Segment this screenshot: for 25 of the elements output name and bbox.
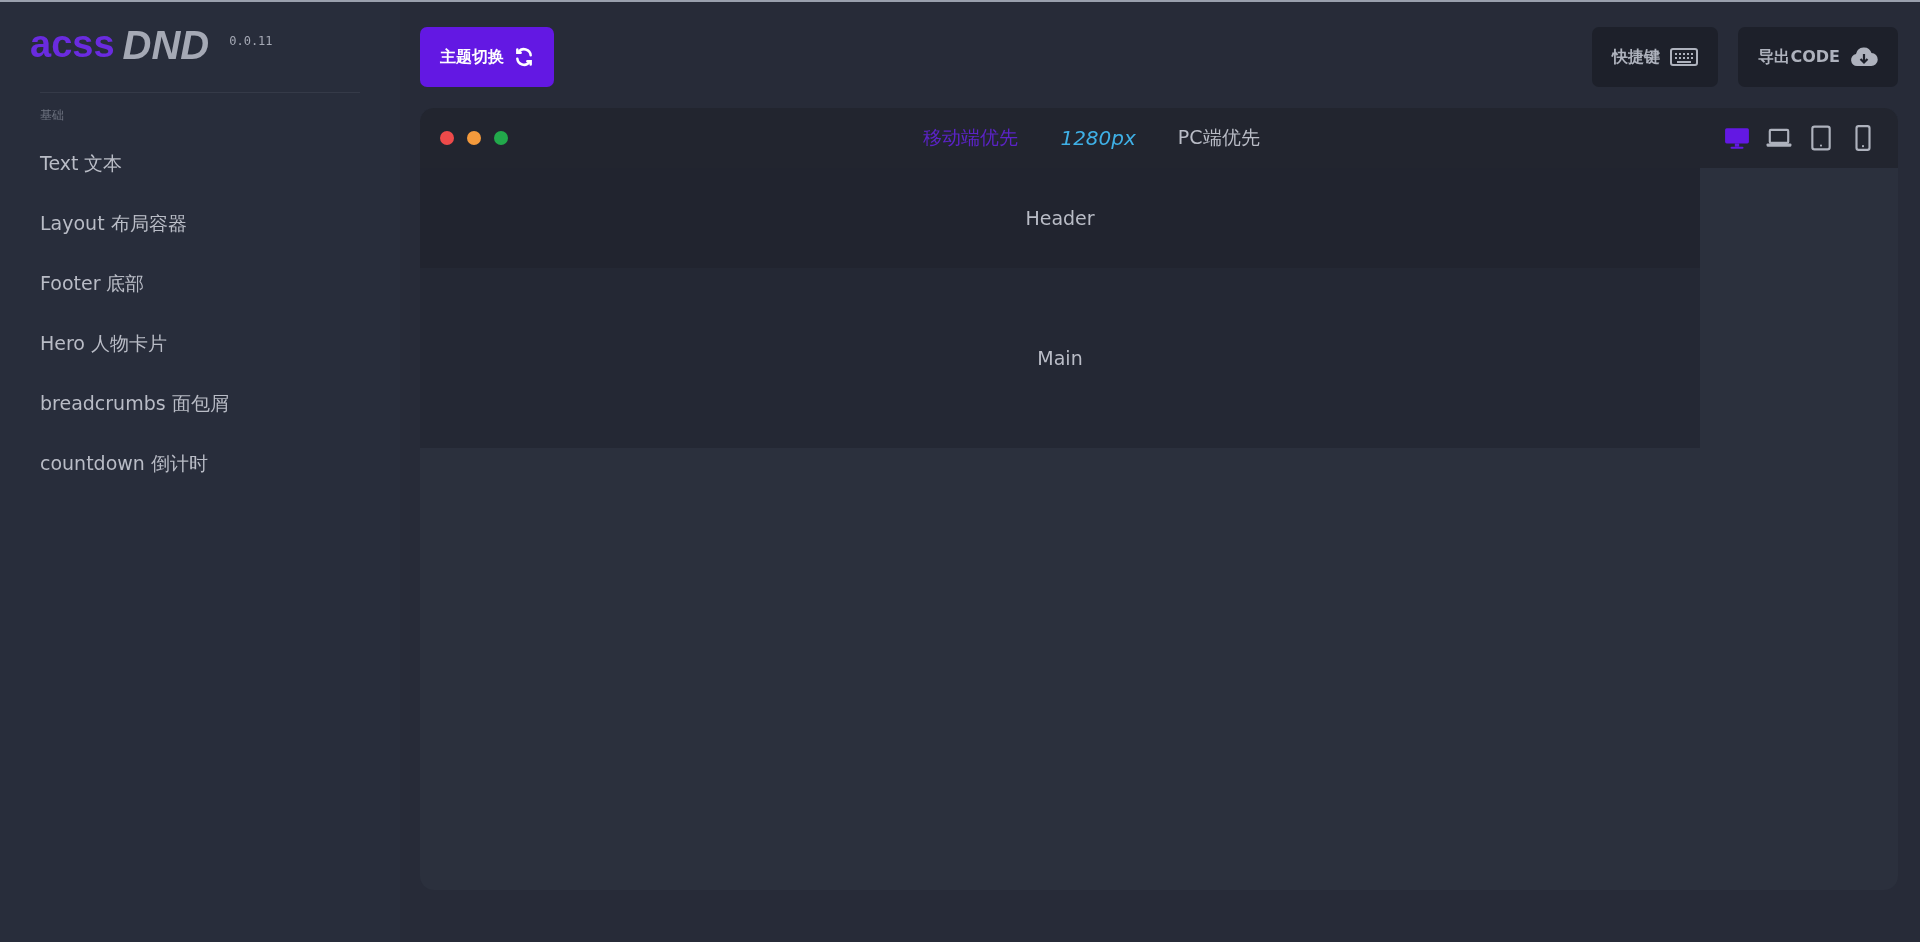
monitor-icon (1724, 125, 1750, 151)
main-block: Main (420, 268, 1700, 448)
version-label: 0.0.11 (229, 34, 273, 48)
sidebar-item[interactable]: Footer 底部 (40, 254, 145, 314)
keyboard-icon (1670, 47, 1699, 67)
sidebar-item[interactable]: Text 文本 (40, 134, 123, 194)
cloud-download-icon (1850, 46, 1878, 68)
maximize-dot (494, 131, 508, 145)
sidebar-item[interactable]: Hero 人物卡片 (40, 314, 168, 374)
theme-switch-button[interactable]: 主题切换 (420, 27, 554, 87)
sidebar-item[interactable]: countdown 倒计时 (40, 434, 208, 494)
pc-first-label[interactable]: PC端优先 (1177, 125, 1260, 151)
tablet-icon (1808, 125, 1834, 151)
refresh-icon (514, 47, 534, 67)
sidebar-item[interactable]: breadcrumbs 面包屑 (40, 374, 229, 434)
shortcuts-button[interactable]: 快捷键 (1592, 27, 1719, 87)
logo-text: DND (122, 24, 210, 66)
close-dot (440, 131, 454, 145)
minimize-dot (467, 131, 481, 145)
section-heading: 基础 (40, 107, 65, 124)
export-code-button[interactable]: 导出CODE (1738, 27, 1898, 87)
header-block: Header (420, 168, 1700, 268)
width-label: 1280px (1060, 126, 1136, 150)
logo-text: acss (30, 24, 115, 66)
sidebar-item[interactable]: Layout 布局容器 (40, 194, 187, 254)
